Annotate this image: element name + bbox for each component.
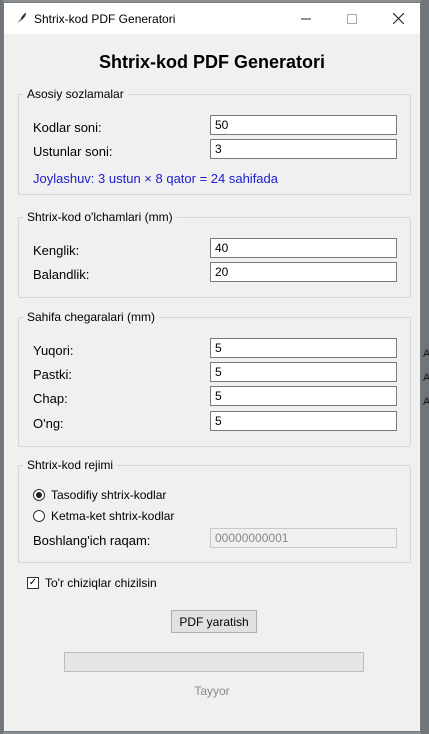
- columns-input[interactable]: [210, 139, 397, 159]
- background-fragment: A: [423, 348, 429, 360]
- margin-left-label: Chap:: [33, 391, 68, 406]
- margin-top-label: Yuqori:: [33, 343, 74, 358]
- margin-bottom-input[interactable]: [210, 362, 397, 382]
- window-title: Shtrix-kod PDF Generatori: [34, 12, 176, 26]
- close-button[interactable]: [375, 3, 421, 34]
- margins-legend: Sahifa chegaralari (mm): [27, 310, 156, 324]
- margin-bottom-label: Pastki:: [33, 367, 73, 382]
- minimize-icon: [301, 18, 311, 19]
- maximize-button[interactable]: [329, 3, 375, 34]
- sequential-radio[interactable]: Ketma-ket shtrix-kodlar: [33, 509, 174, 523]
- start-number-input[interactable]: [210, 528, 397, 548]
- radio-unselected-icon: [33, 510, 45, 522]
- background-fragment: A: [423, 396, 429, 408]
- grid-lines-checkbox[interactable]: ✓ To'r chiziqlar chizilsin: [27, 576, 157, 590]
- size-legend: Shtrix-kod o'lchamlari (mm): [27, 210, 173, 224]
- status-text: Tayyor: [194, 684, 230, 698]
- margin-top-input[interactable]: [210, 338, 397, 358]
- count-input[interactable]: [210, 115, 397, 135]
- window-content: Shtrix-kod PDF Generatori Asosiy sozlama…: [4, 34, 420, 731]
- height-input[interactable]: [210, 262, 397, 282]
- minimize-button[interactable]: [283, 3, 329, 34]
- maximize-icon: [347, 13, 357, 24]
- random-radio[interactable]: Tasodifiy shtrix-kodlar: [33, 488, 166, 502]
- mode-legend: Shtrix-kod rejimi: [27, 458, 114, 472]
- width-label: Kenglik:: [33, 243, 80, 258]
- page-title: Shtrix-kod PDF Generatori: [98, 52, 326, 72]
- width-input[interactable]: [210, 238, 397, 258]
- app-window: Shtrix-kod PDF Generatori Shtrix-kod PDF…: [3, 2, 421, 732]
- progress-bar: [64, 652, 364, 672]
- feather-icon: [15, 13, 26, 25]
- title-bar: Shtrix-kod PDF Generatori: [4, 3, 420, 34]
- grid-lines-label: To'r chiziqlar chizilsin: [45, 576, 157, 590]
- basic-settings-legend: Asosiy sozlamalar: [27, 87, 124, 101]
- height-label: Balandlik:: [33, 267, 90, 282]
- generate-pdf-button[interactable]: PDF yaratish: [171, 610, 257, 633]
- count-label: Kodlar soni:: [33, 120, 102, 135]
- margin-right-label: O'ng:: [33, 416, 64, 431]
- radio-selected-icon: [33, 489, 45, 501]
- margin-left-input[interactable]: [210, 386, 397, 406]
- background-fragment: A: [423, 372, 429, 384]
- checkmark-icon: ✓: [27, 577, 39, 589]
- margin-right-input[interactable]: [210, 411, 397, 431]
- layout-info: Joylashuv: 3 ustun × 8 qator = 24 sahifa…: [33, 171, 279, 186]
- random-radio-label: Tasodifiy shtrix-kodlar: [51, 488, 167, 502]
- close-icon: [392, 13, 404, 24]
- sequential-radio-label: Ketma-ket shtrix-kodlar: [51, 509, 175, 523]
- background-app: [421, 0, 429, 734]
- columns-label: Ustunlar soni:: [33, 144, 113, 159]
- start-number-label: Boshlang'ich raqam:: [33, 533, 151, 548]
